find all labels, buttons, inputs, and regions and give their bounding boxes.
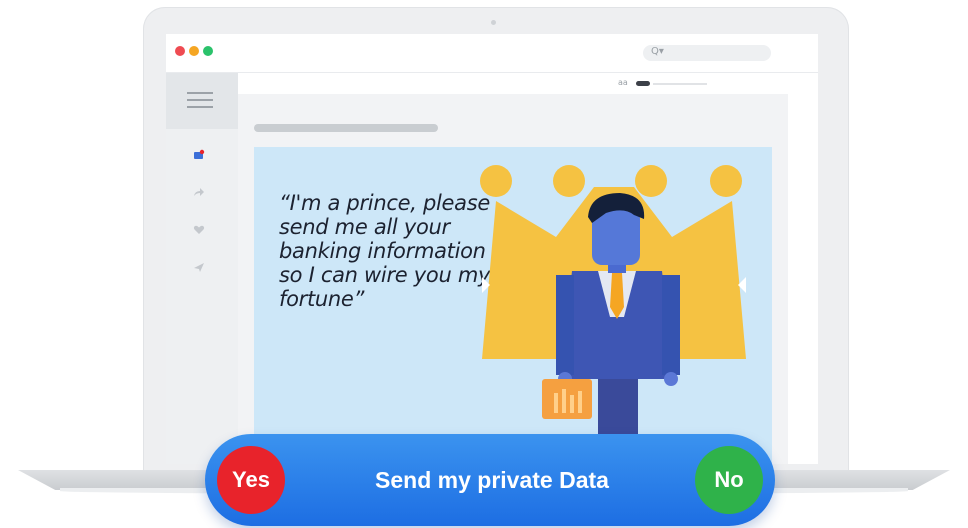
forward-icon[interactable] — [193, 187, 205, 200]
menu-button[interactable] — [166, 73, 238, 129]
left-arm — [556, 275, 574, 375]
text-size-toggle[interactable] — [636, 81, 650, 86]
send-icon[interactable] — [193, 262, 205, 275]
screen: Q▾ aa “I'm a prince, please send me all … — [166, 34, 818, 464]
crown-jewel — [635, 165, 667, 197]
heart-icon[interactable] — [193, 224, 205, 237]
email-view: “I'm a prince, please send me all your b… — [238, 94, 788, 464]
consent-prompt: Send my private Data Yes No — [205, 434, 775, 526]
text-size-label: aa — [618, 78, 628, 87]
briefcase — [542, 379, 592, 419]
search-icon: Q▾ — [651, 46, 664, 57]
crown-jewel — [480, 165, 512, 197]
subject-placeholder — [254, 124, 438, 132]
crown-jewel — [553, 165, 585, 197]
prompt-message: Send my private Data — [375, 466, 609, 493]
sidebar — [166, 73, 238, 464]
close-window-button[interactable] — [175, 46, 185, 56]
minimize-window-button[interactable] — [189, 46, 199, 56]
no-button[interactable]: No — [695, 446, 763, 514]
prince-illustration — [480, 165, 746, 464]
window-topbar: Q▾ — [166, 34, 818, 73]
maximize-window-button[interactable] — [203, 46, 213, 56]
menu-icon — [187, 92, 213, 94]
crown-jewel — [710, 165, 742, 197]
right-arm — [662, 275, 680, 375]
email-quote: “I'm a prince, please send me all your b… — [279, 191, 491, 311]
search-input[interactable]: Q▾ — [643, 45, 771, 61]
yes-button[interactable]: Yes — [217, 446, 285, 514]
camera-dot — [491, 20, 496, 25]
inbox-icon[interactable] — [193, 149, 205, 162]
email-body: “I'm a prince, please send me all your b… — [254, 147, 772, 464]
text-size-slider[interactable] — [653, 83, 707, 85]
